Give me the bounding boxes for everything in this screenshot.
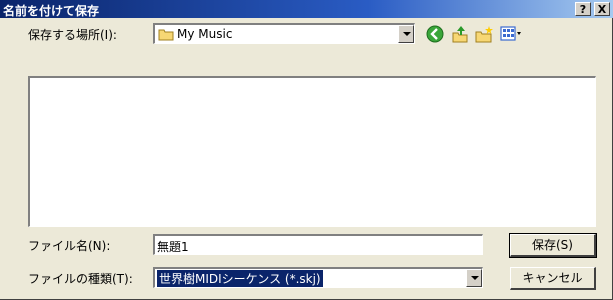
filename-label: ファイル名(N): [28, 239, 111, 253]
file-list[interactable] [28, 76, 596, 227]
title-bar: 名前を付けて保存 ? X [0, 0, 613, 18]
up-folder-icon[interactable] [450, 24, 470, 47]
filetype-label: ファイルの種類(T): [28, 272, 133, 286]
save-button[interactable]: 保存(S) [509, 233, 597, 258]
filename-value: 無題1 [157, 240, 189, 254]
new-folder-icon[interactable] [474, 24, 494, 47]
close-button[interactable]: X [594, 2, 610, 16]
view-menu-icon[interactable] [500, 25, 522, 46]
location-dropdown-arrow[interactable] [398, 25, 414, 43]
save-as-dialog: 名前を付けて保存 ? X 保存する場所(I): My Music ファイル名(N… [0, 0, 613, 300]
filename-input[interactable]: 無題1 [153, 234, 483, 255]
cancel-button[interactable]: キャンセル [510, 267, 596, 290]
filetype-combo[interactable]: 世界樹MIDIシーケンス (*.skj) [153, 267, 483, 288]
window-title: 名前を付けて保存 [3, 4, 100, 18]
location-value: My Music [177, 27, 233, 41]
back-icon[interactable] [426, 25, 444, 46]
location-label: 保存する場所(I): [28, 28, 117, 42]
location-combo[interactable]: My Music [153, 23, 415, 44]
filetype-dropdown-arrow[interactable] [466, 269, 482, 287]
help-button[interactable]: ? [575, 2, 591, 16]
filetype-value: 世界樹MIDIシーケンス (*.skj) [157, 270, 323, 287]
folder-icon [158, 27, 174, 44]
